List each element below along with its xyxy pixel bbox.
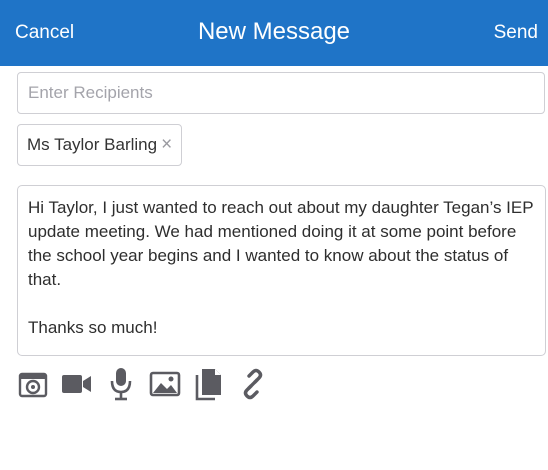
- image-icon[interactable]: [149, 365, 181, 403]
- camera-icon[interactable]: [17, 365, 49, 403]
- send-button[interactable]: Send: [494, 21, 538, 45]
- page-title: New Message: [197, 18, 351, 45]
- new-message-screen: Cancel New Message Send Enter Recipients…: [0, 0, 548, 470]
- document-icon[interactable]: [193, 365, 225, 403]
- video-icon[interactable]: [61, 365, 93, 403]
- remove-recipient-button[interactable]: ×: [161, 125, 172, 165]
- navigation-bar: Cancel New Message Send: [0, 0, 548, 66]
- attachment-toolbar: [17, 362, 281, 406]
- recipient-chip[interactable]: Ms Taylor Barling ×: [17, 124, 183, 166]
- message-body-field[interactable]: Hi Taylor, I just wanted to reach out ab…: [17, 185, 546, 356]
- microphone-icon[interactable]: [105, 365, 137, 403]
- recipient-chip-label: Ms Taylor Barling: [27, 135, 158, 154]
- link-icon[interactable]: [237, 365, 269, 403]
- recipients-input[interactable]: Enter Recipients: [17, 72, 545, 114]
